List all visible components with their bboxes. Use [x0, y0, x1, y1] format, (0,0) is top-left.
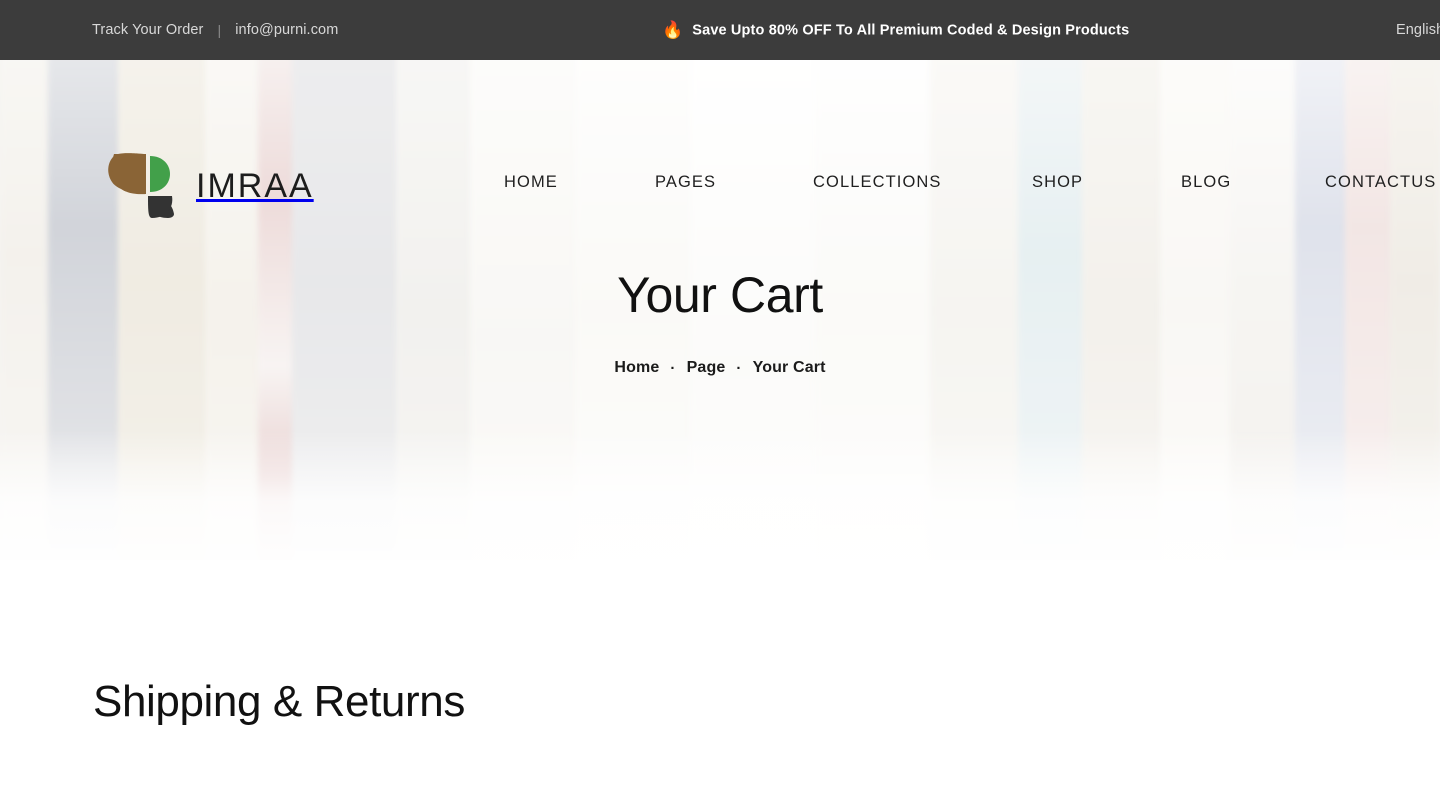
topbar-separator: | [217, 22, 222, 38]
main-navigation: HOME PAGES COLLECTIONS SHOP BLOG CONTACT… [0, 173, 1440, 197]
breadcrumb: Home · Page · Your Cart [614, 359, 825, 377]
breadcrumb-item-home[interactable]: Home [614, 359, 659, 377]
promo-message: 🔥 Save Upto 80% OFF To All Premium Coded… [662, 22, 1129, 39]
section-title-shipping-returns: Shipping & Returns [93, 677, 465, 726]
topbar-links: Track Your Order | info@purni.com [92, 22, 338, 38]
nav-item-contactus[interactable]: CONTACTUS [1325, 173, 1436, 192]
hero-banner: IMRAA HOME PAGES COLLECTIONS SHOP BLOG C… [0, 60, 1440, 560]
site-header: IMRAA HOME PAGES COLLECTIONS SHOP BLOG C… [0, 60, 1440, 218]
nav-item-blog[interactable]: BLOG [1181, 173, 1231, 192]
page-title: Your Cart [617, 266, 823, 323]
fire-icon: 🔥 [662, 20, 684, 40]
page-content: Shipping & Returns [0, 560, 1440, 800]
nav-item-pages[interactable]: PAGES [655, 173, 716, 192]
track-order-link[interactable]: Track Your Order [92, 22, 203, 38]
breadcrumb-item-page[interactable]: Page [687, 359, 726, 377]
nav-item-home[interactable]: HOME [504, 173, 558, 192]
breadcrumb-item-current: Your Cart [752, 359, 826, 377]
breadcrumb-separator: · [670, 359, 676, 377]
language-label: English [1396, 22, 1440, 38]
language-selector[interactable]: English [1396, 22, 1440, 38]
promo-text: Save Upto 80% OFF To All Premium Coded &… [692, 22, 1130, 38]
announcement-bar: Track Your Order | info@purni.com 🔥 Save… [0, 0, 1440, 60]
nav-item-shop[interactable]: SHOP [1032, 173, 1083, 192]
nav-item-collections[interactable]: COLLECTIONS [813, 173, 942, 192]
breadcrumb-separator: · [736, 359, 742, 377]
email-link[interactable]: info@purni.com [235, 22, 338, 38]
